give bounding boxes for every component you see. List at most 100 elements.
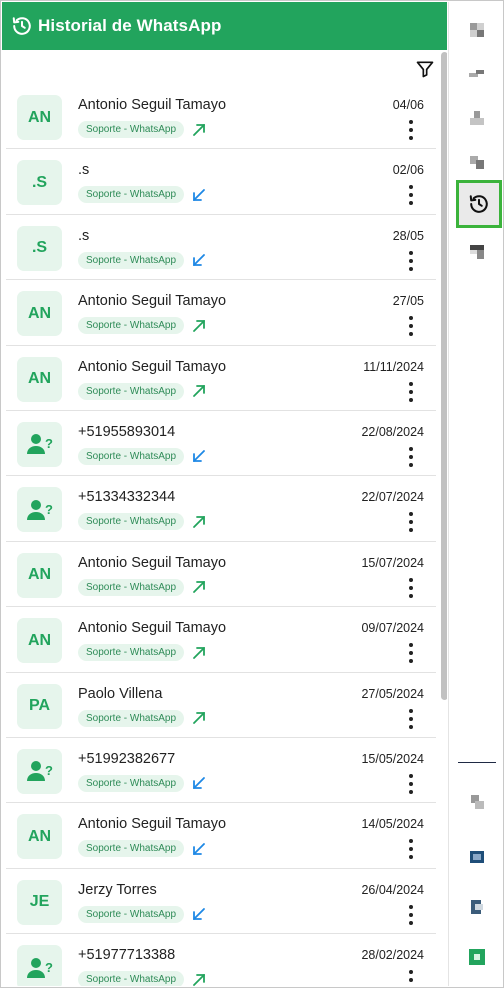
- dot: [409, 381, 413, 386]
- more-options-button[interactable]: [408, 577, 414, 598]
- unknown-user-icon: ?: [17, 487, 62, 533]
- more-options-button[interactable]: [408, 839, 414, 860]
- incoming-arrow-icon: [191, 187, 207, 203]
- conversation-date: 28/02/2024: [361, 948, 424, 963]
- dot: [409, 201, 413, 206]
- svg-text:?: ?: [45, 763, 53, 778]
- dot: [409, 332, 413, 337]
- sidebar-app-icon-7[interactable]: [467, 847, 487, 867]
- contact-name: +51334332344: [78, 489, 176, 506]
- dot: [409, 389, 413, 394]
- channel-tag: Soporte - WhatsApp: [78, 121, 185, 138]
- channel-line: Soporte - WhatsApp: [78, 447, 207, 465]
- sidebar-app-icon-5[interactable]: [467, 242, 487, 262]
- conversation-date: 11/11/2024: [363, 359, 424, 374]
- more-options-button[interactable]: [408, 316, 414, 337]
- channel-tag: Soporte - WhatsApp: [78, 186, 185, 204]
- conversation-row[interactable]: PA Paolo Villena Soporte - WhatsApp 27/05/2…: [6, 673, 436, 738]
- conversation-row[interactable]: AN Antonio Seguil Tamayo Soporte - WhatsAp…: [6, 803, 436, 869]
- avatar-initials: AN: [17, 552, 62, 598]
- dot: [409, 397, 413, 402]
- dot: [409, 446, 413, 451]
- avatar-initials: JE: [17, 879, 62, 925]
- channel-line: Soporte - WhatsApp: [78, 840, 207, 858]
- sidebar-app-icon-3[interactable]: [467, 108, 487, 128]
- avatar-initials: AN: [17, 356, 62, 402]
- channel-line: Soporte - WhatsApp: [78, 709, 207, 727]
- more-options-button[interactable]: [408, 904, 414, 925]
- sidebar-app-icon-2[interactable]: [467, 64, 487, 84]
- channel-line: Soporte - WhatsApp: [78, 121, 207, 138]
- sidebar-history-button[interactable]: [456, 180, 502, 228]
- conversation-date: 26/04/2024: [361, 882, 424, 897]
- conversation-row[interactable]: ? +51334332344 Soporte - WhatsApp 22/07/202…: [6, 476, 436, 542]
- conversation-row[interactable]: .S .s Soporte - WhatsApp 02/06: [6, 149, 436, 215]
- filter-button[interactable]: [415, 59, 435, 79]
- conversation-row[interactable]: AN Antonio Seguil Tamayo Soporte - WhatsAp…: [6, 607, 436, 673]
- channel-line: Soporte - WhatsApp: [78, 644, 207, 662]
- dot: [409, 120, 413, 124]
- contact-name: Paolo Villena: [78, 685, 163, 702]
- more-options-button[interactable]: [408, 773, 414, 794]
- incoming-arrow-icon: [191, 448, 207, 464]
- outgoing-arrow-icon: [191, 383, 207, 399]
- more-options-button[interactable]: [408, 120, 414, 140]
- more-options-button[interactable]: [408, 512, 414, 533]
- avatar-initials: .S: [17, 225, 62, 271]
- outgoing-arrow-icon: [191, 710, 207, 726]
- conversation-row[interactable]: AN Antonio Seguil Tamayo Soporte - WhatsAp…: [6, 542, 436, 608]
- dot: [409, 193, 413, 198]
- channel-tag: Soporte - WhatsApp: [78, 971, 185, 986]
- conversation-row[interactable]: ? +51977713388 Soporte - WhatsApp 28/02/202…: [6, 934, 436, 986]
- contact-name: +51992382677: [78, 750, 176, 767]
- conversation-row[interactable]: ? +51955893014 Soporte - WhatsApp 22/08/202…: [6, 411, 436, 477]
- outgoing-arrow-icon: [191, 972, 207, 986]
- contact-name: .s: [78, 162, 90, 179]
- conversation-row[interactable]: AN Antonio Seguil Tamayo Soporte - WhatsAp…: [6, 346, 436, 411]
- conversation-row[interactable]: AN Antonio Seguil Tamayo Soporte - WhatsAp…: [6, 280, 436, 346]
- dot: [409, 462, 413, 467]
- conversation-date: 22/08/2024: [361, 424, 424, 439]
- channel-line: Soporte - WhatsApp: [78, 317, 207, 335]
- dot: [409, 528, 413, 533]
- svg-text:?: ?: [45, 502, 53, 517]
- dot: [409, 920, 413, 925]
- avatar-initials: AN: [17, 291, 62, 337]
- channel-line: Soporte - WhatsApp: [78, 251, 207, 269]
- sidebar-app-icon-4[interactable]: [467, 152, 487, 172]
- contact-name: .s: [78, 227, 90, 244]
- conversation-row[interactable]: AN Antonio Seguil Tamayo Soporte - WhatsAp…: [6, 84, 436, 150]
- dot: [409, 724, 413, 729]
- conversation-row[interactable]: .S .s Soporte - WhatsApp 28/05: [6, 215, 436, 281]
- sidebar-app-icon-1[interactable]: [467, 20, 487, 40]
- channel-tag: Soporte - WhatsApp: [78, 251, 185, 269]
- sidebar-app-icon-8[interactable]: [467, 897, 487, 917]
- dot: [409, 716, 413, 721]
- unknown-user-icon: ?: [17, 421, 62, 467]
- more-options-button[interactable]: [408, 708, 414, 729]
- outgoing-arrow-icon: [191, 122, 207, 138]
- channel-line: Soporte - WhatsApp: [78, 186, 207, 204]
- dot: [409, 266, 413, 271]
- channel-tag: Soporte - WhatsApp: [78, 578, 185, 596]
- panel-header: Historial de WhatsApp: [2, 2, 447, 50]
- sidebar-app-icon-6[interactable]: [467, 792, 487, 812]
- sidebar-app-icon-9[interactable]: [467, 947, 487, 967]
- conversation-date: 27/05: [392, 294, 424, 309]
- channel-tag: Soporte - WhatsApp: [78, 774, 185, 792]
- dot: [409, 520, 413, 525]
- contact-name: Antonio Seguil Tamayo: [78, 620, 227, 637]
- outgoing-arrow-icon: [191, 514, 207, 530]
- channel-tag: Soporte - WhatsApp: [78, 905, 185, 923]
- more-options-button[interactable]: [408, 185, 414, 206]
- more-options-button[interactable]: [408, 250, 414, 271]
- list-scrollbar[interactable]: [441, 52, 447, 700]
- more-options-button[interactable]: [408, 643, 414, 664]
- more-options-button[interactable]: [408, 381, 414, 402]
- conversation-row[interactable]: ? +51992382677 Soporte - WhatsApp 15/05/202…: [6, 738, 436, 804]
- more-options-button[interactable]: [408, 446, 414, 467]
- channel-tag: Soporte - WhatsApp: [78, 840, 185, 858]
- more-options-button[interactable]: [408, 970, 414, 986]
- conversation-row[interactable]: JE Jerzy Torres Soporte - WhatsApp 26/04/20…: [6, 869, 436, 935]
- history-icon: [11, 15, 33, 37]
